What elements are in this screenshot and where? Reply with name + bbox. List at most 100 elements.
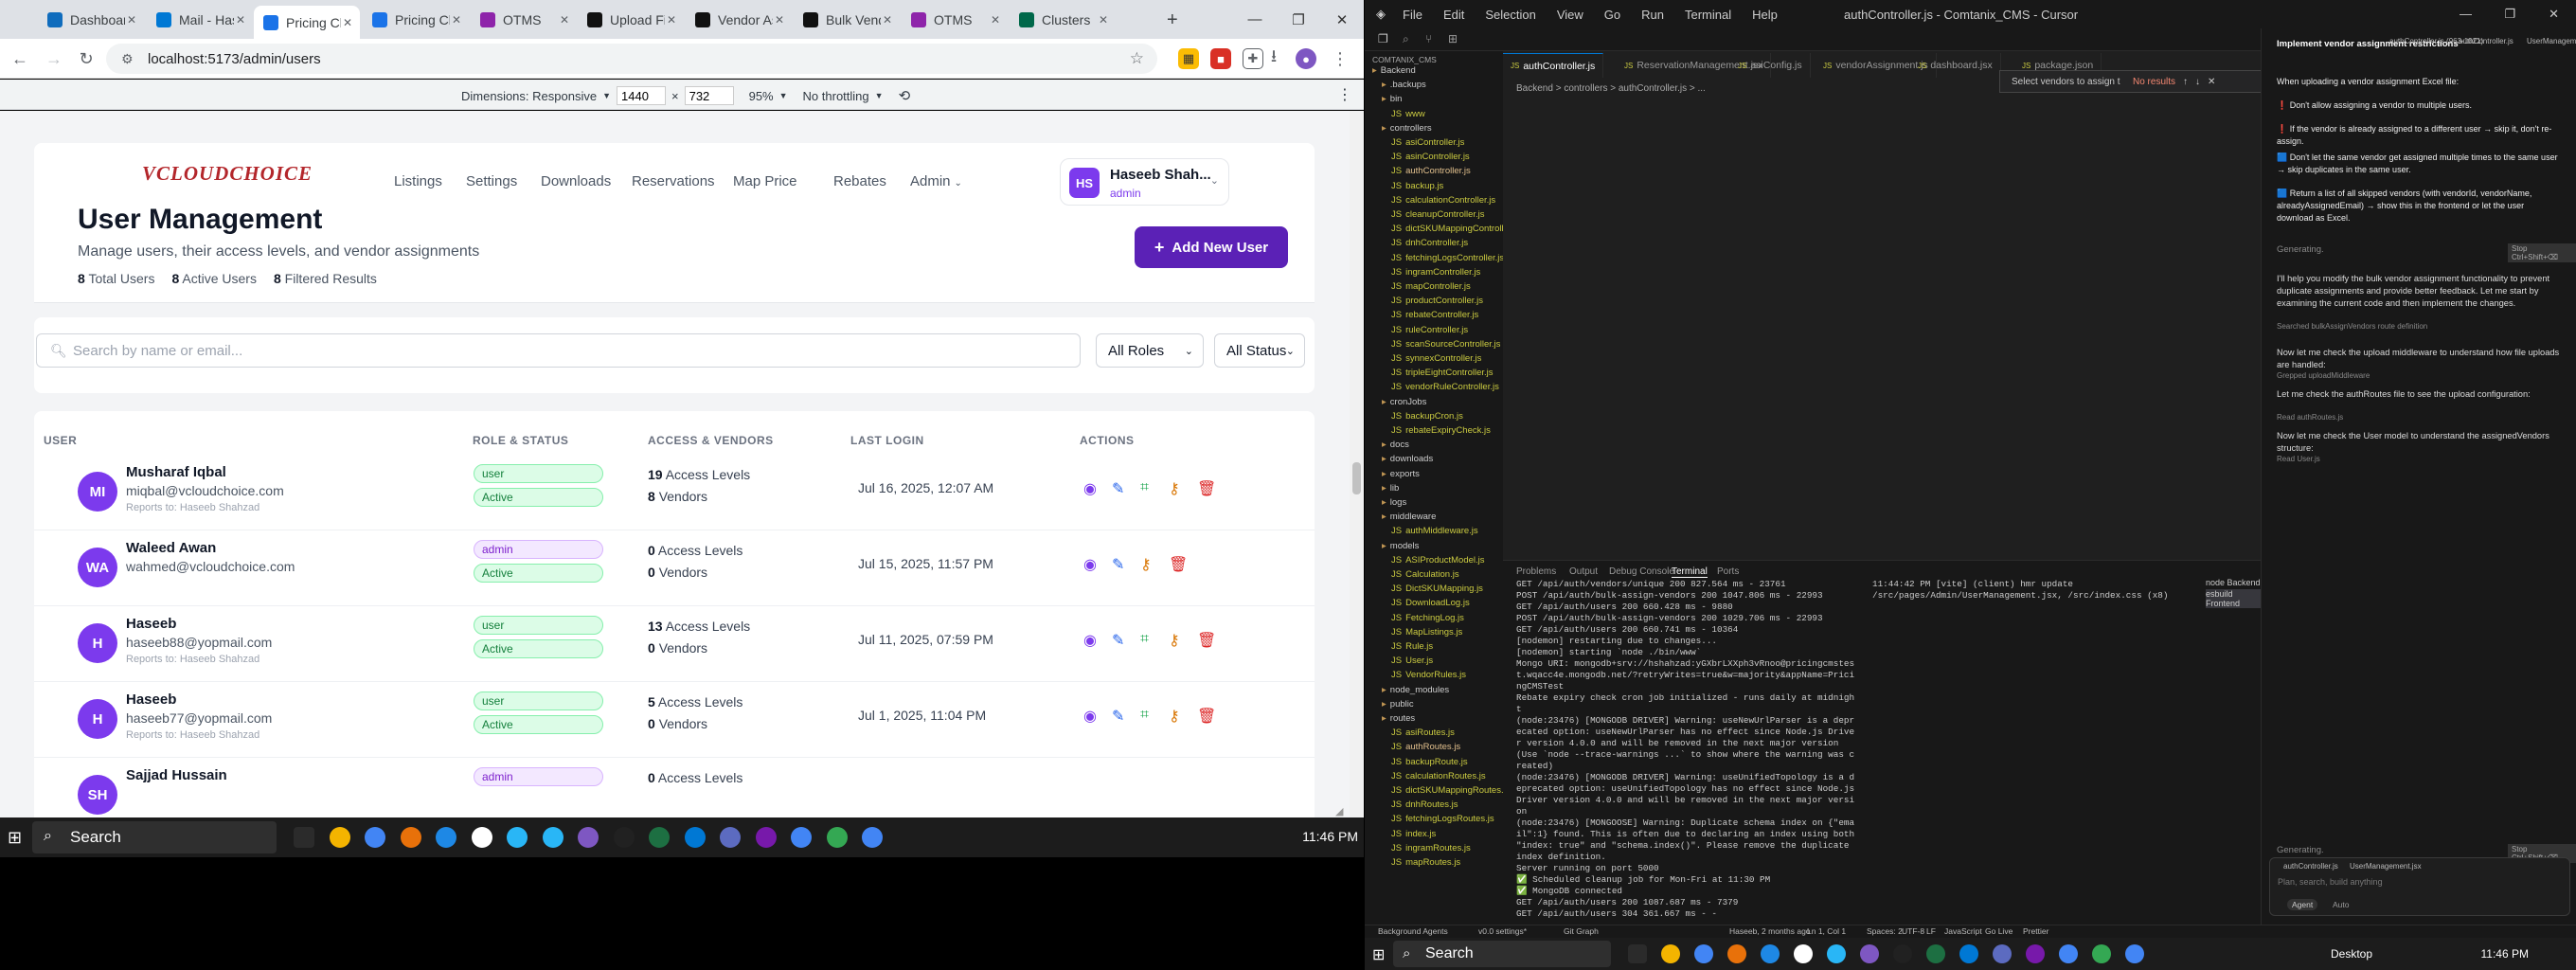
breadcrumb[interactable]: Backend > controllers > authController.j… [1516,83,1706,94]
windows-start-icon[interactable]: ⊞ [1372,945,1385,964]
taskbar-clock[interactable]: 11:46 PM [1302,829,1358,844]
status-item[interactable]: Prettier [2023,926,2048,936]
nav-link-settings[interactable]: Settings [466,173,517,189]
folder-item[interactable]: ▸ exports [1382,469,1420,479]
rotate-icon[interactable]: ⟲ [899,87,911,104]
editor-tab[interactable]: JS authController.js [1503,53,1604,78]
height-input[interactable] [684,86,734,105]
close-tab-icon[interactable]: ✕ [775,13,784,27]
close-tab-icon[interactable]: ✕ [236,13,245,27]
file-item[interactable]: JS MapListings.js [1391,627,1462,638]
panel-tab-debug-console[interactable]: Debug Console [1609,566,1674,577]
taskbar-app-icon[interactable] [1827,944,1846,963]
file-item[interactable]: JS DictSKUMapping.js [1391,584,1483,594]
panel-tab-problems[interactable]: Problems [1516,566,1556,577]
file-item[interactable]: JS rebateExpiryCheck.js [1391,425,1491,436]
taskbar-app-icon[interactable] [684,827,706,848]
taskbar-app-icon[interactable] [1926,944,1945,963]
url-input[interactable]: ⚙ localhost:5173/admin/users ☆ [106,44,1157,74]
folder-item[interactable]: ▸ logs [1382,497,1406,508]
taskbar-app-icon[interactable] [2092,944,2111,963]
back-icon[interactable]: ← [8,46,32,71]
extension-icon[interactable]: ▦ [1178,48,1199,69]
taskbar-app-icon[interactable] [365,827,385,848]
file-item[interactable]: JS ingramController.js [1391,267,1480,278]
file-item[interactable]: JS cleanupController.js [1391,209,1485,220]
profile-avatar-icon[interactable]: ● [1296,48,1316,69]
edit-icon[interactable]: ✎ [1112,631,1124,650]
close-tab-icon[interactable]: ✕ [343,16,352,29]
throttling-select[interactable]: No throttling [803,89,869,103]
taskbar-search[interactable]: ⌕ Search [32,821,277,853]
menu-file[interactable]: File [1403,8,1422,22]
folder-item[interactable]: ▸ middleware [1382,512,1436,522]
file-item[interactable]: JS ASIProductModel.js [1391,555,1485,566]
dimensions-select[interactable]: Dimensions: Responsive [461,89,597,103]
file-item[interactable]: JS mapRoutes.js [1391,857,1460,868]
zoom-select[interactable]: 95% [749,89,774,103]
find-next-icon[interactable]: ↓ [2195,77,2200,87]
context-chip[interactable]: authController.js [2459,37,2513,45]
menu-go[interactable]: Go [1604,8,1620,22]
extensions-icon[interactable]: ⊞ [1448,32,1458,45]
file-item[interactable]: JS rebateController.js [1391,310,1478,320]
close-tab-icon[interactable]: ✕ [452,13,461,27]
user-menu[interactable]: HS Haseeb Shah... admin ⌄ [1060,158,1229,206]
scrollbar-thumb[interactable] [1352,462,1361,494]
file-item[interactable]: JS backupRoute.js [1391,757,1468,767]
taskbar-app-icon[interactable] [1727,944,1746,963]
taskbar-app-icon[interactable] [1993,944,2012,963]
status-filter-select[interactable]: All Status ⌄ [1214,333,1305,368]
status-item[interactable]: Go Live [1985,926,2012,936]
nav-link-rebates[interactable]: Rebates [833,173,886,189]
file-item[interactable]: JS ruleController.js [1391,325,1468,335]
status-item[interactable]: Haseeb, 2 months ago [1729,926,1811,936]
menu-run[interactable]: Run [1641,8,1664,22]
taskbar-app-icon[interactable] [1794,944,1813,963]
file-item[interactable]: JS dnhRoutes.js [1391,799,1458,810]
edit-icon[interactable]: ✎ [1112,479,1124,498]
taskbar-app-icon[interactable] [1860,944,1879,963]
edit-icon[interactable]: ✎ [1112,555,1124,574]
taskbar-app-icon[interactable] [1694,944,1713,963]
folder-item[interactable]: ▸ public [1382,699,1414,710]
close-tab-icon[interactable]: ✕ [991,13,1000,27]
taskbar-app-icon[interactable] [1661,944,1680,963]
file-item[interactable]: JS fetchingLogsController.js [1391,253,1503,263]
context-chip[interactable]: UserManagement.jsx [2527,37,2576,45]
file-item[interactable]: JS backupCron.js [1391,411,1463,422]
folder-item[interactable]: ▸ .backups [1382,80,1426,90]
view-icon[interactable]: ◉ [1083,631,1097,650]
search-input[interactable]: 🔍︎ Search by name or email... [36,333,1081,368]
taskbar-app-icon[interactable] [578,827,599,848]
file-item[interactable]: JS synnexController.js [1391,353,1481,364]
status-item[interactable]: Spaces: 2 [1867,926,1903,936]
menu-view[interactable]: View [1557,8,1583,22]
folder-item[interactable]: ▸ lib [1382,483,1399,494]
menu-help[interactable]: Help [1752,8,1778,22]
delete-icon[interactable]: 🗑︎ [1169,555,1188,574]
resize-handle-icon[interactable]: ◢ [1335,805,1343,817]
taskbar-app-icon[interactable] [791,827,812,848]
tag-icon[interactable]: ⌗ [1140,479,1149,496]
browser-tab[interactable]: Dashboard✕ [38,6,144,34]
status-item[interactable]: Ln 1, Col 1 [1807,926,1846,936]
panel-tab-ports[interactable]: Ports [1717,566,1739,577]
folder-item[interactable]: ▸ bin [1382,94,1402,104]
nav-link-map-price[interactable]: Map Price [733,173,797,189]
status-item[interactable]: Background Agents [1378,926,1448,936]
taskbar-app-icon[interactable] [1893,944,1912,963]
editor-tab[interactable]: JS asiConfig.js [1730,53,1811,78]
role-filter-select[interactable]: All Roles ⌄ [1096,333,1204,368]
file-item[interactable]: JS FetchingLog.js [1391,613,1464,623]
file-item[interactable]: JS fetchingLogsRoutes.js [1391,814,1494,824]
file-item[interactable]: JS index.js [1391,829,1436,839]
page-scrollbar[interactable] [1350,111,1364,817]
delete-icon[interactable]: 🗑︎ [1197,631,1216,650]
file-item[interactable]: JS dictSKUMappingRoutes.js [1391,785,1503,796]
browser-tab[interactable]: Mail - Haseeb✕ [147,6,253,34]
taskbar-search[interactable]: ⌕ Search [1393,941,1611,967]
nav-link-listings[interactable]: Listings [394,173,442,189]
forward-icon[interactable]: → [42,46,66,71]
terminal-list-item[interactable]: node Backend [2206,578,2261,587]
